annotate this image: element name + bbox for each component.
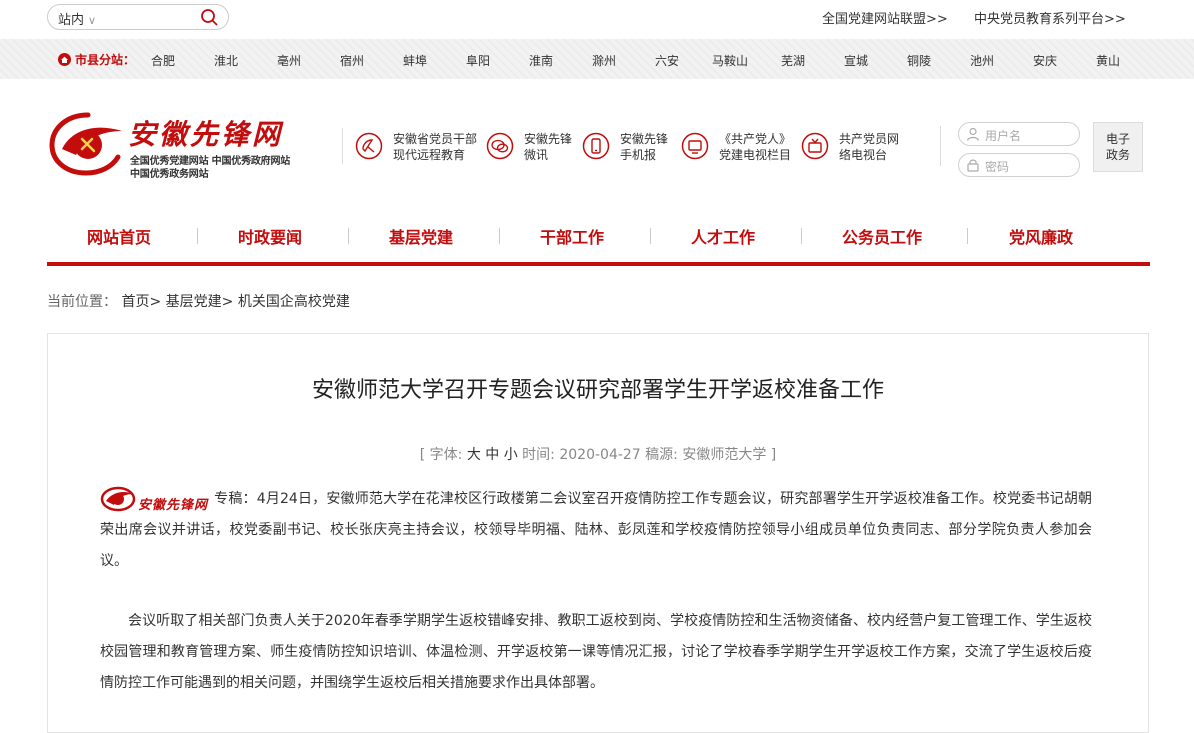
wechat-icon: [486, 132, 514, 160]
branch-city-link[interactable]: 马鞍山: [712, 52, 748, 69]
main-nav: 网站首页 时政要闻 基层党建 干部工作 人才工作 公务员工作 党风廉政: [47, 210, 1150, 262]
font-size-large[interactable]: 大: [467, 447, 481, 463]
feature-text: 共产党员网 络电视台: [839, 132, 900, 162]
article-panel: 安徽师范大学召开专题会议研究部署学生开学返校准备工作 [ 字体: 大 中 小 时…: [47, 333, 1149, 733]
username-placeholder: 用户名: [985, 129, 1022, 143]
satellite-dish-icon: [355, 132, 383, 160]
logo-subtitle: 中国优秀政务网站: [130, 169, 209, 180]
feature-text: 安徽省党员干部 现代远程教育: [393, 132, 478, 162]
breadcrumb-label: 当前位置：: [47, 294, 117, 310]
home-icon: [58, 53, 71, 66]
branch-city-link[interactable]: 淮南: [529, 52, 553, 69]
broadcast-tv-icon: [801, 132, 829, 160]
branch-label: 市县分站：: [58, 51, 135, 68]
nav-underline: [47, 262, 1150, 266]
search-scope-select[interactable]: 站内 ∨: [58, 9, 96, 28]
password-placeholder: 密码: [985, 160, 1010, 174]
nav-grassroots[interactable]: 基层党建: [389, 224, 453, 248]
password-field[interactable]: 密码: [958, 153, 1080, 177]
feature-text: 安徽先锋 手机报: [620, 132, 669, 162]
nav-divider: [801, 228, 802, 244]
article-meta: [ 字体: 大 中 小 时间: 2020-04-27 稿源: 安徽师范大学 ]: [419, 447, 777, 463]
article-paragraph: 会议听取了相关部门负责人关于2020年春季学期学生返校错峰安排、教职工返校到岗、…: [100, 613, 1092, 691]
nav-divider: [499, 228, 500, 244]
site-logo[interactable]: 安徽先锋网 全国优秀党建网站 中国优秀政府网站 中国优秀政务网站: [48, 109, 338, 181]
branch-label-text: 市县分站：: [75, 53, 136, 67]
branch-city-link[interactable]: 合肥: [151, 52, 175, 69]
branch-city-link[interactable]: 铜陵: [907, 52, 931, 69]
logo-title: 安徽先锋网: [128, 118, 284, 151]
party-site-alliance-link[interactable]: 全国党建网站联盟>>: [822, 8, 948, 27]
article-title: 安徽师范大学召开专题会议研究部署学生开学返校准备工作: [311, 378, 884, 403]
nav-divider: [348, 228, 349, 244]
username-field[interactable]: 用户名: [958, 122, 1080, 146]
publish-time: 时间: 2020-04-27: [517, 447, 646, 463]
nav-civil-servant[interactable]: 公务员工作: [842, 224, 922, 248]
nav-current-affairs[interactable]: 时政要闻: [238, 224, 302, 248]
article-paragraph: 安徽先锋网 专稿：4月24日，安徽师范大学在花津校区行政楼第二会议室召开疫情防控…: [100, 484, 1092, 577]
header-divider: [940, 126, 941, 166]
branch-city-link[interactable]: 芜湖: [781, 52, 805, 69]
nav-cadre-work[interactable]: 干部工作: [540, 224, 604, 248]
search-scope-label: 站内: [58, 13, 85, 28]
search-icon[interactable]: [200, 8, 218, 26]
chevron-down-icon: ∨: [88, 14, 97, 27]
party-emblem-logo-icon: [49, 112, 122, 176]
nav-home[interactable]: 网站首页: [87, 224, 151, 248]
branch-city-link[interactable]: 蚌埠: [403, 52, 427, 69]
paragraph-text: 专稿：4月24日，安徽师范大学在花津校区行政楼第二会议室召开疫情防控工作专题会议…: [100, 491, 1092, 569]
branch-city-link[interactable]: 宣城: [844, 52, 868, 69]
branch-city-link[interactable]: 淮北: [214, 52, 238, 69]
branch-city-link[interactable]: 黄山: [1096, 52, 1120, 69]
breadcrumb-home[interactable]: 首页>: [121, 294, 161, 310]
nav-divider: [967, 228, 968, 244]
article-source: 稿源: 安徽师范大学 ]: [645, 447, 777, 463]
lock-icon: [967, 159, 979, 172]
branch-city-link[interactable]: 池州: [970, 52, 994, 69]
egov-label: 政务: [1105, 148, 1130, 162]
site-search-box[interactable]: 站内 ∨: [47, 4, 229, 30]
user-icon: [966, 127, 980, 141]
breadcrumb-current[interactable]: 机关国企高校党建: [238, 294, 350, 310]
feature-text: 《共产党人》 党建电视栏目: [719, 132, 792, 162]
inline-site-logo: 安徽先锋网: [100, 486, 212, 513]
font-size-small[interactable]: 小: [504, 447, 518, 463]
nav-divider: [650, 228, 651, 244]
font-size-medium[interactable]: 中: [485, 447, 499, 463]
branch-city-link[interactable]: 宿州: [340, 52, 364, 69]
branch-city-link[interactable]: 滁州: [592, 52, 616, 69]
branch-city-link[interactable]: 安庆: [1033, 52, 1057, 69]
egov-button[interactable]: 电子 政务: [1093, 122, 1143, 172]
branch-city-link[interactable]: 阜阳: [466, 52, 490, 69]
breadcrumb-grassroots[interactable]: 基层党建>: [166, 294, 234, 310]
egov-label: 电子: [1105, 132, 1130, 146]
nav-clean-governance[interactable]: 党风廉政: [1009, 224, 1073, 248]
breadcrumb: 当前位置： 首页> 基层党建> 机关国企高校党建: [47, 291, 350, 311]
feature-text: 安徽先锋 微讯: [524, 132, 573, 162]
nav-divider: [197, 228, 198, 244]
branch-city-link[interactable]: 六安: [655, 52, 679, 69]
mobile-icon: [582, 132, 610, 160]
header-divider: [342, 128, 343, 164]
party-emblem-icon: [100, 486, 136, 512]
branch-city-link[interactable]: 亳州: [277, 52, 301, 69]
top-bar: 站内 ∨ 全国党建网站联盟>> 中央党员教育系列平台>>: [0, 0, 1194, 38]
inline-logo-text: 安徽先锋网: [138, 498, 209, 513]
nav-talent-work[interactable]: 人才工作: [691, 224, 755, 248]
tv-icon: [681, 132, 709, 160]
party-education-platform-link[interactable]: 中央党员教育系列平台>>: [974, 8, 1126, 27]
branch-bar: 市县分站： 合肥 淮北 亳州 宿州 蚌埠 阜阳 淮南 滁州 六安 马鞍山 芜湖 …: [0, 39, 1194, 79]
